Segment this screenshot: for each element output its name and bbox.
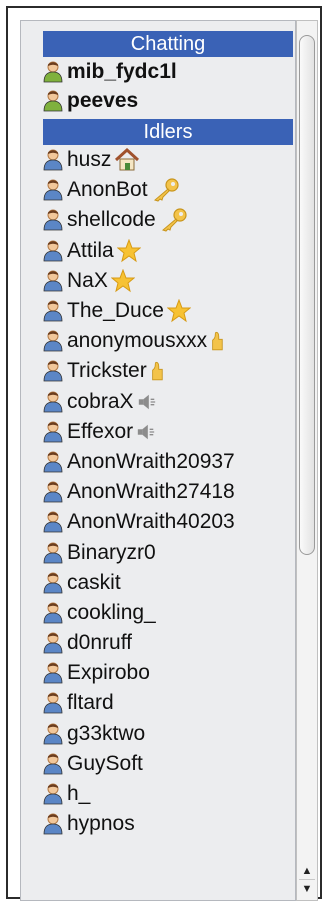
user-name: AnonWraith20937 bbox=[67, 449, 235, 473]
user-icon bbox=[43, 723, 63, 745]
user-list-item[interactable]: AnonWraith20937 bbox=[21, 447, 295, 477]
user-name: peeves bbox=[67, 88, 139, 112]
user-list-item[interactable]: mib_fydc1l bbox=[21, 57, 295, 86]
home-icon bbox=[114, 148, 140, 172]
user-list-item[interactable]: husz bbox=[21, 145, 295, 175]
user-name: Trickster bbox=[67, 359, 147, 383]
user-list-item[interactable]: NaX bbox=[21, 266, 295, 296]
user-list[interactable]: Chatting mib_fydc1lpeeves Idlers husz AnonBo… bbox=[20, 20, 296, 901]
user-list-item[interactable]: AnonWraith27418 bbox=[21, 477, 295, 507]
user-name: Binaryzr0 bbox=[67, 540, 156, 564]
user-icon bbox=[43, 662, 63, 684]
user-icon bbox=[43, 300, 63, 322]
user-name: Attila bbox=[67, 238, 114, 262]
user-name: fltard bbox=[67, 691, 114, 715]
idlers-section-header: Idlers bbox=[43, 119, 293, 145]
user-icon bbox=[43, 330, 63, 352]
user-list-item[interactable]: anonymousxxx bbox=[21, 326, 295, 356]
user-list-item[interactable]: cookling_ bbox=[21, 598, 295, 628]
key-icon bbox=[159, 208, 187, 233]
speaker-icon bbox=[136, 422, 156, 442]
user-name: caskit bbox=[67, 570, 121, 594]
user-icon bbox=[43, 270, 63, 292]
user-list-item[interactable]: caskit bbox=[21, 568, 295, 598]
star-icon bbox=[110, 268, 135, 293]
user-name: h_ bbox=[67, 782, 91, 806]
user-list-item[interactable]: hypnos bbox=[21, 809, 295, 839]
user-list-item[interactable]: shellcode bbox=[21, 205, 295, 235]
user-name: cobraX bbox=[67, 389, 134, 413]
user-name: d0nruff bbox=[67, 631, 132, 655]
user-icon bbox=[43, 481, 63, 503]
user-list-item[interactable]: d0nruff bbox=[21, 628, 295, 658]
star-icon bbox=[116, 238, 141, 263]
user-icon bbox=[43, 692, 63, 714]
user-name: AnonBot bbox=[67, 178, 148, 202]
thumbs-up-icon bbox=[150, 359, 164, 383]
user-name: mib_fydc1l bbox=[67, 59, 177, 83]
key-icon bbox=[151, 178, 179, 202]
user-icon bbox=[43, 572, 63, 594]
user-name: g33ktwo bbox=[67, 721, 146, 745]
user-icon bbox=[43, 451, 63, 473]
user-icon bbox=[43, 542, 63, 564]
user-name: hypnos bbox=[67, 812, 135, 836]
user-icon bbox=[43, 602, 63, 624]
user-list-item[interactable]: AnonBot bbox=[21, 175, 295, 205]
user-list-item[interactable]: Binaryzr0 bbox=[21, 537, 295, 567]
user-list-item[interactable]: peeves bbox=[21, 86, 295, 115]
user-icon bbox=[43, 783, 63, 805]
user-list-item[interactable]: Trickster bbox=[21, 356, 295, 386]
vertical-scrollbar[interactable]: ▲ ▼ bbox=[296, 20, 318, 901]
user-list-panel: Chatting mib_fydc1lpeeves Idlers husz AnonBo… bbox=[6, 6, 322, 901]
user-icon bbox=[43, 61, 63, 83]
chatting-section-header: Chatting bbox=[43, 31, 293, 57]
user-icon bbox=[43, 149, 63, 171]
user-name: AnonWraith40203 bbox=[67, 510, 235, 534]
user-name: anonymousxxx bbox=[67, 329, 208, 353]
user-icon bbox=[43, 391, 63, 413]
user-list-item[interactable]: g33ktwo bbox=[21, 719, 295, 749]
user-list-item[interactable]: Attila bbox=[21, 236, 295, 266]
scrollbar-thumb[interactable] bbox=[299, 35, 315, 555]
user-icon bbox=[43, 511, 63, 533]
speaker-icon bbox=[137, 392, 157, 412]
user-list-item[interactable]: Expirobo bbox=[21, 658, 295, 688]
user-icon bbox=[43, 179, 63, 201]
user-list-item[interactable]: cobraX bbox=[21, 387, 295, 417]
user-icon bbox=[43, 360, 63, 382]
user-list-item[interactable]: GuySoft bbox=[21, 749, 295, 779]
user-icon bbox=[43, 421, 63, 443]
user-list-item[interactable]: The_Duce bbox=[21, 296, 295, 326]
scroll-down-arrow[interactable]: ▼ bbox=[299, 879, 315, 898]
user-name: husz bbox=[67, 148, 112, 172]
user-icon bbox=[43, 813, 63, 835]
star-icon bbox=[166, 299, 191, 323]
scroll-up-arrow[interactable]: ▲ bbox=[299, 862, 315, 880]
user-list-item[interactable]: AnonWraith40203 bbox=[21, 507, 295, 537]
user-name: cookling_ bbox=[67, 600, 156, 624]
user-list-item[interactable]: fltard bbox=[21, 688, 295, 718]
user-icon bbox=[43, 90, 63, 112]
user-name: NaX bbox=[67, 268, 108, 292]
thumbs-up-icon bbox=[210, 329, 224, 353]
user-icon bbox=[43, 209, 63, 231]
user-icon bbox=[43, 632, 63, 654]
user-name: The_Duce bbox=[67, 299, 164, 323]
user-name: GuySoft bbox=[67, 751, 143, 775]
user-name: Effexor bbox=[67, 419, 134, 443]
user-list-item[interactable]: h_ bbox=[21, 779, 295, 809]
user-icon bbox=[43, 240, 63, 262]
user-name: AnonWraith27418 bbox=[67, 480, 235, 504]
user-name: shellcode bbox=[67, 208, 156, 232]
user-icon bbox=[43, 753, 63, 775]
user-name: Expirobo bbox=[67, 661, 150, 685]
user-list-item[interactable]: Effexor bbox=[21, 417, 295, 447]
